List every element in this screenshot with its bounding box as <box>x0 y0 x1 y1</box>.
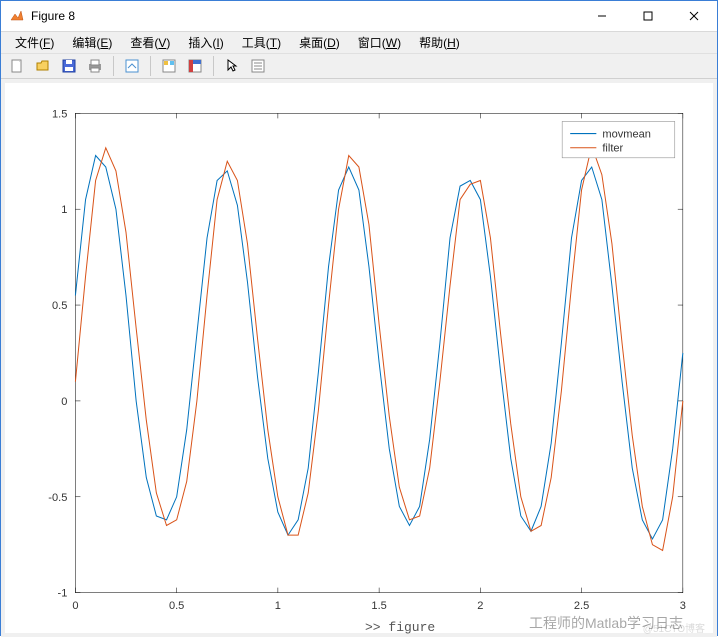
print-button[interactable] <box>83 54 107 78</box>
menu-desktop[interactable]: 桌面(D) <box>291 32 348 53</box>
svg-text:2.5: 2.5 <box>574 600 589 612</box>
figure-window: Figure 8 文件(F) 编辑(E) 查看(V) 插入(I) 工具(T) 桌… <box>0 0 718 636</box>
svg-text:filter: filter <box>602 143 623 155</box>
toolbar-separator <box>213 56 214 76</box>
window-title: Figure 8 <box>31 9 75 23</box>
svg-text:0: 0 <box>72 600 78 612</box>
menu-edit[interactable]: 编辑(E) <box>64 32 120 53</box>
toolbar-separator <box>113 56 114 76</box>
menu-view[interactable]: 查看(V) <box>122 32 178 53</box>
toolbar <box>1 53 717 79</box>
svg-text:0: 0 <box>61 396 67 408</box>
svg-text:1.5: 1.5 <box>52 108 67 120</box>
figure-area: 0 0.5 1 1.5 2 2.5 3 -1 -0.5 0 0.5 1 1.5 movmean filter… <box>1 79 717 637</box>
svg-text:0.5: 0.5 <box>52 300 67 312</box>
menu-bar: 文件(F) 编辑(E) 查看(V) 插入(I) 工具(T) 桌面(D) 窗口(W… <box>1 32 717 53</box>
svg-text:-1: -1 <box>58 588 68 600</box>
palette-button[interactable] <box>157 54 181 78</box>
link-button[interactable] <box>120 54 144 78</box>
menu-tools[interactable]: 工具(T) <box>234 32 289 53</box>
minimize-button[interactable] <box>579 1 625 31</box>
svg-text:movmean: movmean <box>602 129 651 141</box>
title-bar: Figure 8 <box>1 1 717 32</box>
menu-insert[interactable]: 插入(I) <box>180 32 231 53</box>
plot-svg: 0 0.5 1 1.5 2 2.5 3 -1 -0.5 0 0.5 1 1.5 movmean filter <box>5 83 713 633</box>
menu-help[interactable]: 帮助(H) <box>411 32 468 53</box>
svg-text:1.5: 1.5 <box>371 600 386 612</box>
dock-button[interactable] <box>183 54 207 78</box>
svg-text:1: 1 <box>61 204 67 216</box>
svg-text:0.5: 0.5 <box>169 600 184 612</box>
toolbar-separator <box>150 56 151 76</box>
matlab-icon <box>9 8 25 24</box>
svg-text:-0.5: -0.5 <box>48 492 67 504</box>
svg-text:2: 2 <box>477 600 483 612</box>
new-figure-button[interactable] <box>5 54 29 78</box>
close-button[interactable] <box>671 1 717 31</box>
save-button[interactable] <box>57 54 81 78</box>
open-button[interactable] <box>31 54 55 78</box>
maximize-button[interactable] <box>625 1 671 31</box>
menu-file[interactable]: 文件(F) <box>7 32 62 53</box>
svg-text:3: 3 <box>680 600 686 612</box>
menu-window[interactable]: 窗口(W) <box>350 32 409 53</box>
svg-text:1: 1 <box>275 600 281 612</box>
inspector-button[interactable] <box>246 54 270 78</box>
axes[interactable]: 0 0.5 1 1.5 2 2.5 3 -1 -0.5 0 0.5 1 1.5 movmean filter… <box>5 83 713 633</box>
pointer-button[interactable] <box>220 54 244 78</box>
